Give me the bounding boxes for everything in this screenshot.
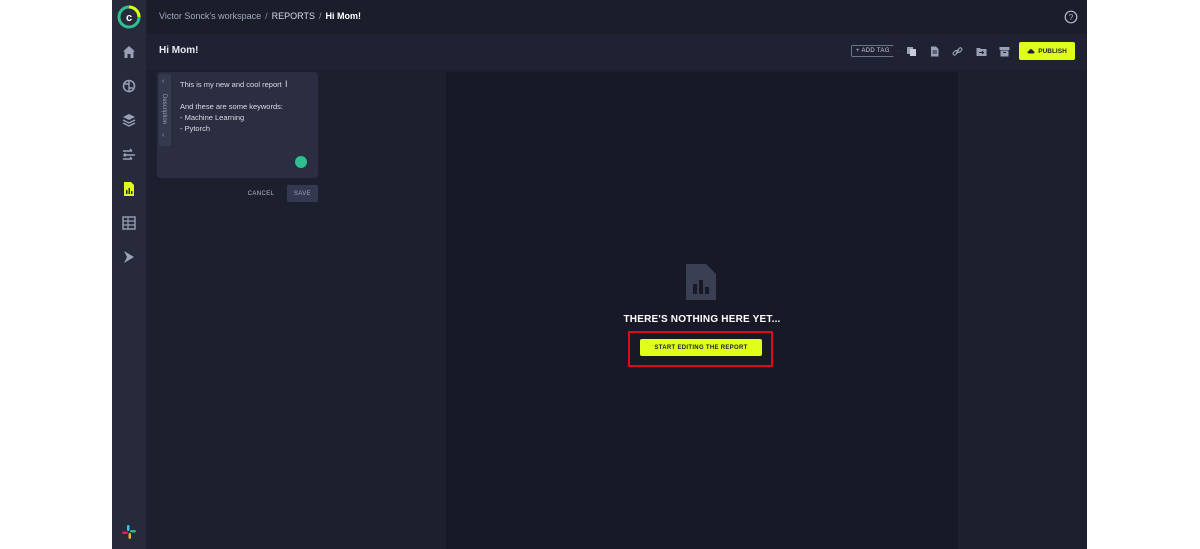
- description-textarea[interactable]: This is my new and cool report And these…: [180, 79, 283, 134]
- chevron-left-icon[interactable]: ‹: [162, 132, 164, 139]
- description-line: - Machine Learning: [180, 113, 245, 122]
- description-line: - Pytorch: [180, 124, 211, 133]
- help-icon[interactable]: ?: [1064, 10, 1078, 24]
- report-canvas: THERE'S NOTHING HERE YET... START EDITIN…: [446, 72, 958, 549]
- home-icon[interactable]: [120, 43, 138, 61]
- empty-report-icon: [686, 264, 716, 300]
- datasets-icon[interactable]: [120, 214, 138, 232]
- description-line: This is my new and cool report: [180, 80, 282, 89]
- breadcrumb-separator: /: [265, 11, 268, 21]
- slack-icon[interactable]: [122, 525, 136, 539]
- empty-state-title: THERE'S NOTHING HERE YET...: [623, 314, 781, 325]
- document-icon[interactable]: [929, 46, 940, 57]
- brain-icon[interactable]: [120, 77, 138, 95]
- deploy-icon[interactable]: [120, 248, 138, 266]
- link-icon[interactable]: [952, 46, 963, 57]
- description-line: [180, 90, 283, 101]
- breadcrumb: Victor Sonck's workspace / REPORTS / Hi Mom!: [159, 11, 361, 21]
- logo-icon[interactable]: c: [117, 5, 141, 29]
- description-tab[interactable]: ‹ Description ‹: [159, 74, 171, 146]
- breadcrumb-current: Hi Mom!: [325, 11, 361, 21]
- pipelines-icon[interactable]: [120, 146, 138, 164]
- page-title: Hi Mom!: [159, 45, 199, 56]
- text-cursor-icon: I: [285, 79, 288, 89]
- chevron-left-icon[interactable]: ‹: [162, 78, 164, 85]
- add-tag-button[interactable]: + ADD TAG: [851, 45, 899, 57]
- sidebar: c: [112, 0, 146, 549]
- duplicate-icon[interactable]: [906, 46, 917, 57]
- breadcrumb-separator: /: [318, 11, 322, 21]
- report-header: Hi Mom! + ADD TAG PUBLISH: [146, 34, 1087, 70]
- svg-text:c: c: [126, 12, 132, 24]
- reports-icon[interactable]: [120, 180, 138, 198]
- description-tab-label: Description: [161, 94, 167, 125]
- cancel-button[interactable]: CANCEL: [242, 186, 280, 201]
- publish-label: PUBLISH: [1038, 47, 1067, 55]
- move-to-folder-icon[interactable]: [976, 46, 987, 57]
- save-button[interactable]: SAVE: [287, 185, 318, 202]
- top-bar: Victor Sonck's workspace / REPORTS / Hi Mom!…: [146, 0, 1087, 34]
- breadcrumb-reports[interactable]: REPORTS: [272, 11, 315, 21]
- cloud-upload-icon: [1027, 49, 1035, 54]
- svg-text:?: ?: [1069, 13, 1074, 22]
- description-line: And these are some keywords:: [180, 102, 283, 111]
- breadcrumb-workspace[interactable]: Victor Sonck's workspace: [159, 11, 261, 21]
- publish-button[interactable]: PUBLISH: [1019, 42, 1075, 60]
- start-editing-button[interactable]: START EDITING THE REPORT: [640, 339, 762, 356]
- layers-icon[interactable]: [120, 111, 138, 129]
- app-window: c Victor Sonck's workspace / REPORTS / H…: [112, 0, 1087, 549]
- description-panel: ‹ Description ‹ This is my new and cool …: [157, 72, 318, 178]
- archive-icon[interactable]: [999, 46, 1010, 57]
- grammar-assistant-icon[interactable]: [295, 156, 307, 168]
